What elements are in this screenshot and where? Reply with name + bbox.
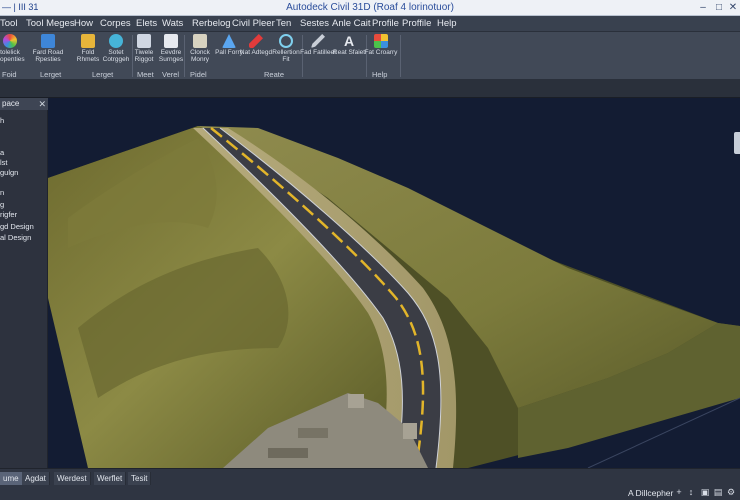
toolbar-strip [0,80,740,98]
ribbon-group-lerget-2: Lerget [92,70,114,79]
menu-how[interactable]: How [74,18,93,29]
status-text: A Dillcepher [628,488,674,498]
tree-item[interactable]: al Design [0,233,31,242]
triangle-icon [222,34,236,48]
pencil-icon [193,34,207,48]
tree-item[interactable]: g [0,200,4,209]
menu-proffile[interactable]: Proffile [402,18,431,29]
brush-icon [311,34,325,48]
tab-agdat[interactable]: Agdat [22,472,50,485]
tree-item[interactable]: h [0,116,4,125]
menu-tool[interactable]: Tool [0,18,17,29]
close-button[interactable]: ✕ [726,1,740,14]
document-icon [164,34,178,48]
layout-icon[interactable]: ▤ [713,487,723,497]
stone-block [348,394,364,408]
maximize-button[interactable]: □ [712,1,726,14]
menu-ten[interactable]: Ten [276,18,291,29]
ribbon-group-help: Help [372,70,388,79]
menu-wats[interactable]: Wats [162,18,183,29]
tab-werdest[interactable]: Werdest [54,472,91,485]
add-icon[interactable]: + [674,487,684,497]
ribbon-tool-reat[interactable]: A Reat Sfaiet [331,33,367,69]
stone-block [298,428,328,438]
ribbon-group-reate: Reate [264,70,285,79]
ribbon-group-foid: Foid [2,70,17,79]
search-icon [279,34,293,48]
menu-corpes[interactable]: Corpes [100,18,131,29]
tree-item[interactable]: rigfer [0,210,17,219]
panel-title: pace [2,99,20,108]
color-wheel-icon [3,34,17,48]
tree-item[interactable]: gd Design [0,222,34,231]
gear-icon[interactable]: ⚙ [726,487,736,497]
menu-rerbelog[interactable]: Rerbelog [192,18,231,29]
menu-elets[interactable]: Elets [136,18,157,29]
ribbon-group-lerget-1: Lerget [40,70,62,79]
stone-block [268,448,308,458]
text-icon: A [343,33,355,49]
ribbon-tool-road-properties[interactable]: Fard Road Rpesties [30,33,66,69]
bottom-bar: ume Agdat Werdest Werflet Tesit A Dillce… [0,468,740,500]
table-icon [137,34,151,48]
folder-icon [81,34,95,48]
tool-panel: pace ✕ h a lst gulgn n g rigfer gd Desig… [0,98,48,468]
menu-civil-pleer[interactable]: Civil Pleer [232,18,275,29]
tree-item[interactable]: a [0,148,4,157]
ribbon-group-verel: Verel [162,70,180,79]
tab-werflet[interactable]: Werflet [94,472,127,485]
puzzle-icon [374,34,388,48]
menu-tool-meges[interactable]: Tool Meges [26,18,75,29]
stone-block [403,423,417,439]
ribbon-group-meet: Meet [137,70,154,79]
title-bar: — | III 31 Autodeck Civil 31D (Roaf 4 lo… [0,0,740,16]
grid-icon[interactable]: ▣ [700,487,710,497]
view-cube-handle[interactable] [734,132,740,154]
tree-item[interactable]: lst [0,158,8,167]
terrain-render [48,126,740,468]
tree-item[interactable]: gulgn [0,168,18,177]
minimize-button[interactable]: – [696,1,710,14]
marker-icon [249,34,263,48]
ribbon: tolelick Ropenties Fard Road Rpesties Fo… [0,32,740,80]
arrows-icon[interactable]: ↕ [686,487,696,497]
menu-bar: Tool Tool Meges How Corpes Elets Wats Re… [0,16,740,32]
panel-header: pace ✕ [0,98,48,110]
ribbon-tool-fat[interactable]: Fat Croarry [363,33,399,69]
panel-close-icon[interactable]: ✕ [38,98,46,110]
ribbon-group-pidel: Pidel [190,70,207,79]
menu-help[interactable]: Help [437,18,457,29]
tree-item[interactable]: n [0,188,4,197]
ribbon-tool-rellertion[interactable]: Rellertion Fit [268,33,304,69]
ribbon-tool-properties[interactable]: tolelick Ropenties [0,33,28,69]
menu-profile[interactable]: Profile [372,18,399,29]
menu-sestes[interactable]: Sestes [300,18,329,29]
tab-tesit[interactable]: Tesit [128,472,152,485]
3d-viewport[interactable] [48,98,740,468]
window-title: Autodeck Civil 31D (Roaf 4 lorinotuor) [286,2,454,13]
globe-icon [109,34,123,48]
road-icon [41,34,55,48]
menu-anle-cait[interactable]: Anle Cait [332,18,371,29]
tab-home[interactable]: ume [0,472,23,485]
